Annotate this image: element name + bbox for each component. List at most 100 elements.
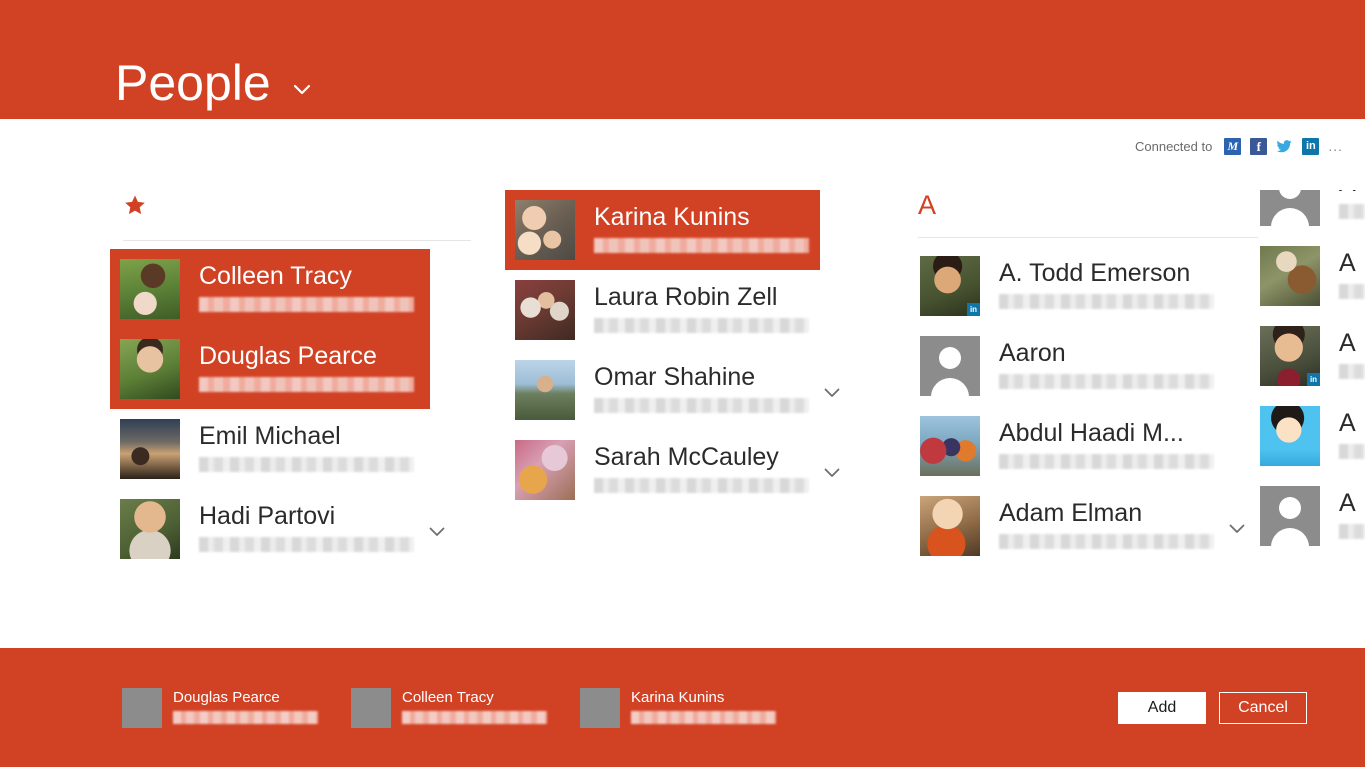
list-item[interactable]: A <box>1260 190 1365 236</box>
list-item[interactable]: Emil Michael <box>110 409 450 489</box>
app-title-dropdown[interactable]: People <box>115 55 315 111</box>
linkedin-badge-icon: in <box>967 303 980 316</box>
add-button[interactable]: Add <box>1118 691 1206 724</box>
expand-chevron-icon[interactable] <box>819 388 845 398</box>
avatar <box>515 200 575 260</box>
contact-detail-redacted <box>199 537 414 552</box>
contact-detail-redacted <box>594 398 809 413</box>
contact-text: Omar Shahine <box>594 360 813 413</box>
selected-check-icon: ✓ <box>428 341 446 364</box>
selected-person-chip[interactable]: Douglas Pearce <box>122 687 318 728</box>
contact-text: A <box>1339 486 1365 539</box>
group-header-a[interactable]: A <box>910 190 1260 246</box>
list-item[interactable]: A <box>1260 476 1365 556</box>
expand-chevron-icon[interactable] <box>424 527 450 537</box>
more-accounts-icon[interactable]: ... <box>1328 138 1343 155</box>
list-item[interactable]: Hadi Partovi <box>110 489 450 569</box>
contact-detail-redacted <box>594 318 809 333</box>
selected-person-chip[interactable]: Colleen Tracy <box>351 687 547 728</box>
twitter-icon[interactable] <box>1276 138 1293 155</box>
contact-text: Colleen Tracy <box>199 259 418 312</box>
avatar <box>920 496 980 556</box>
avatar <box>1260 406 1320 466</box>
people-contact-picker-app: People Connected to M f in ... Colleen T… <box>0 0 1365 767</box>
linkedin-icon[interactable]: in <box>1302 137 1320 155</box>
avatar <box>515 280 575 340</box>
contact-name: A <box>1339 190 1365 198</box>
chevron-down-icon[interactable] <box>289 76 315 102</box>
list-item[interactable]: Douglas Pearce ✓ <box>110 329 450 409</box>
contact-name: A <box>1339 409 1356 437</box>
star-icon <box>125 195 145 215</box>
contact-name: Sarah McCauley <box>594 443 779 471</box>
avatar-placeholder <box>122 687 162 728</box>
list-item[interactable]: A <box>1260 396 1365 476</box>
chip-detail-redacted <box>402 710 547 724</box>
avatar-placeholder <box>580 687 620 728</box>
contact-text: Emil Michael <box>199 419 418 472</box>
list-item[interactable]: Aaron <box>910 326 1250 406</box>
expand-chevron-icon[interactable] <box>819 468 845 478</box>
contact-detail-redacted <box>999 534 1214 549</box>
contact-name: Omar Shahine <box>594 363 756 391</box>
contact-name: Douglas Pearce <box>199 342 377 370</box>
group-divider <box>918 237 1258 238</box>
contact-text: Laura Robin Zell <box>594 280 813 333</box>
list-item[interactable]: Laura Robin Zell <box>505 270 845 350</box>
avatar-placeholder <box>920 336 980 396</box>
contact-detail-redacted <box>199 377 414 392</box>
avatar <box>120 339 180 399</box>
avatar <box>1260 246 1320 306</box>
contact-text: A <box>1339 406 1365 459</box>
avatar-placeholder <box>351 687 391 728</box>
page-title: People <box>115 55 271 111</box>
contact-name: A <box>1339 249 1356 277</box>
contact-text: Adam Elman <box>999 496 1218 549</box>
contact-text: A <box>1339 326 1365 379</box>
chip-text: Karina Kunins <box>631 688 776 724</box>
avatar-placeholder <box>1260 190 1320 226</box>
list-item[interactable]: Adam Elman <box>910 486 1250 566</box>
list-item[interactable]: in A. Todd Emerson <box>910 246 1250 326</box>
expand-chevron-icon[interactable] <box>1224 524 1250 534</box>
contact-detail-redacted <box>1339 364 1365 379</box>
contact-text: Douglas Pearce <box>199 339 418 392</box>
list-item[interactable]: Sarah McCauley <box>505 430 845 510</box>
avatar <box>920 416 980 476</box>
contact-text: Abdul Haadi M... <box>999 416 1218 469</box>
contact-detail-redacted <box>594 478 809 493</box>
list-item[interactable]: A <box>1260 236 1365 316</box>
selected-check-icon: ✓ <box>428 261 446 284</box>
list-item[interactable]: in A <box>1260 316 1365 396</box>
contact-name: A <box>1339 329 1356 357</box>
list-item[interactable]: Colleen Tracy ✓ <box>110 249 450 329</box>
facebook-icon[interactable]: f <box>1250 137 1268 155</box>
avatar <box>120 419 180 479</box>
chip-name: Karina Kunins <box>631 688 725 706</box>
bottom-app-bar: Douglas Pearce Colleen Tracy Karina Kuni… <box>0 648 1365 767</box>
contact-text: Hadi Partovi <box>199 499 418 552</box>
contact-text: A <box>1339 190 1365 219</box>
avatar <box>515 440 575 500</box>
list-item[interactable]: Abdul Haadi M... <box>910 406 1250 486</box>
avatar-placeholder <box>1260 486 1320 546</box>
chip-detail-redacted <box>173 710 318 724</box>
selected-people-chips: Douglas Pearce Colleen Tracy Karina Kuni… <box>122 687 776 728</box>
selected-person-chip[interactable]: Karina Kunins <box>580 687 776 728</box>
contact-detail-redacted <box>1339 444 1365 459</box>
connected-accounts-strip: Connected to M f in ... <box>1135 136 1343 156</box>
contact-detail-redacted <box>199 297 414 312</box>
microsoft-icon[interactable]: M <box>1224 137 1242 155</box>
list-item[interactable]: Karina Kunins ✓ <box>505 190 845 270</box>
contact-detail-redacted <box>199 457 414 472</box>
contact-name: Karina Kunins <box>594 203 750 231</box>
contact-name: Hadi Partovi <box>199 502 336 530</box>
cancel-button[interactable]: Cancel <box>1219 691 1307 724</box>
contact-detail-redacted <box>1339 524 1365 539</box>
contact-name: Colleen Tracy <box>199 262 352 290</box>
contact-name: Adam Elman <box>999 499 1143 527</box>
group-divider <box>123 240 471 241</box>
contact-detail-redacted <box>999 294 1214 309</box>
list-item[interactable]: Omar Shahine <box>505 350 845 430</box>
group-header-favorites <box>110 193 505 249</box>
